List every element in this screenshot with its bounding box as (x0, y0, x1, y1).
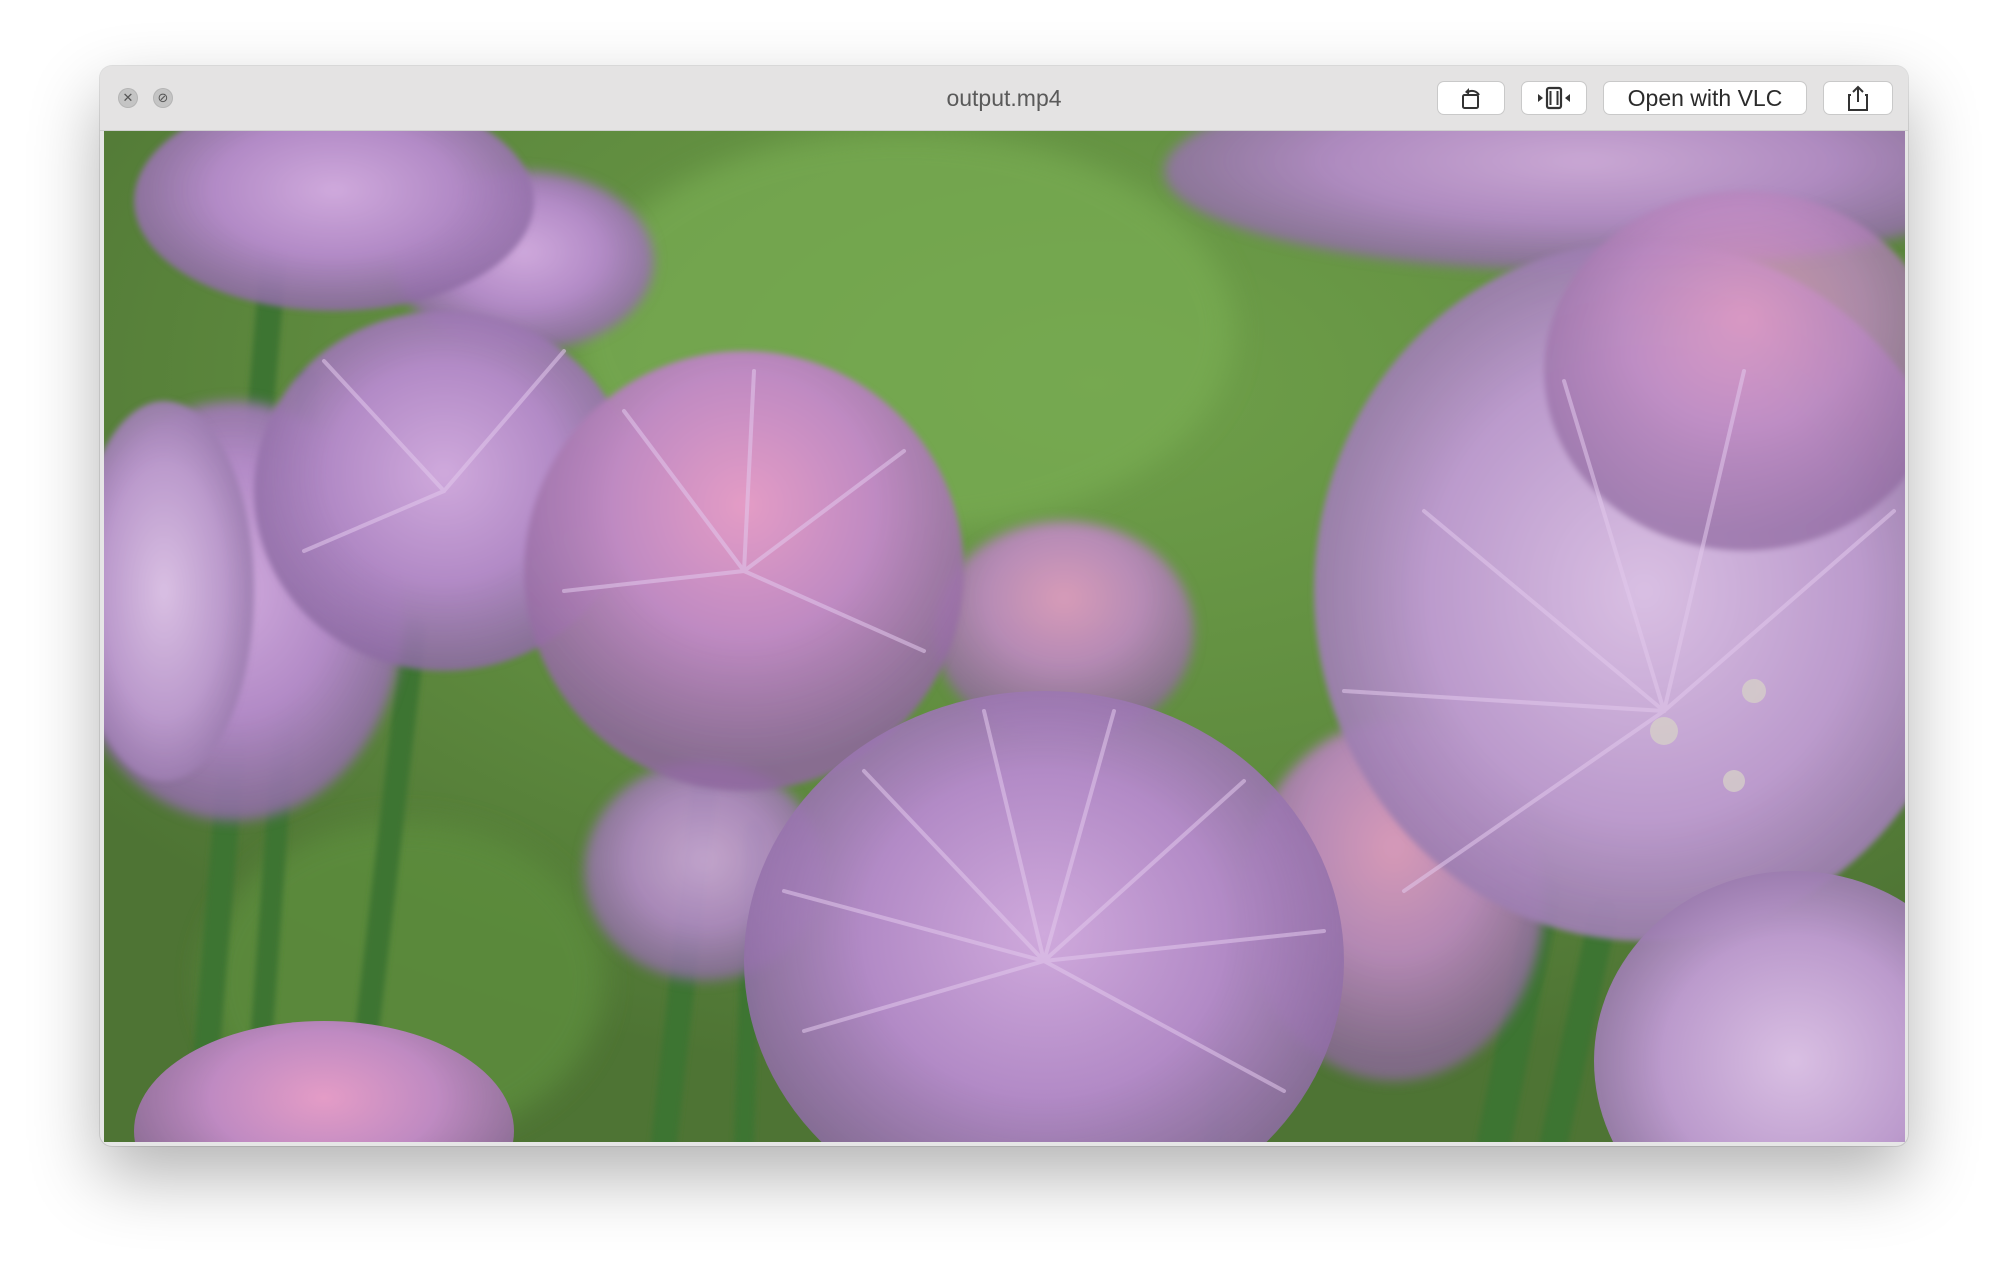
video-player-frame[interactable] (104, 131, 1905, 1142)
share-icon (1848, 85, 1868, 111)
fullscreen-icon: ⊘ (157, 90, 169, 106)
title-bar: ✕ ⊘ output.mp4 Open with VLC (100, 66, 1908, 131)
share-button[interactable] (1823, 81, 1893, 115)
fullscreen-button[interactable]: ⊘ (153, 88, 173, 108)
open-with-vlc-button[interactable]: Open with VLC (1603, 81, 1807, 115)
video-frame-chive-flowers (104, 131, 1905, 1142)
rotate-left-icon (1462, 88, 1480, 109)
trim-icon (1538, 86, 1570, 110)
close-icon: ✕ (122, 90, 134, 106)
rotate-button[interactable] (1437, 81, 1505, 115)
trim-button[interactable] (1521, 81, 1587, 115)
quicklook-window: ✕ ⊘ output.mp4 Open with VLC (100, 66, 1908, 1146)
close-button[interactable]: ✕ (118, 88, 138, 108)
